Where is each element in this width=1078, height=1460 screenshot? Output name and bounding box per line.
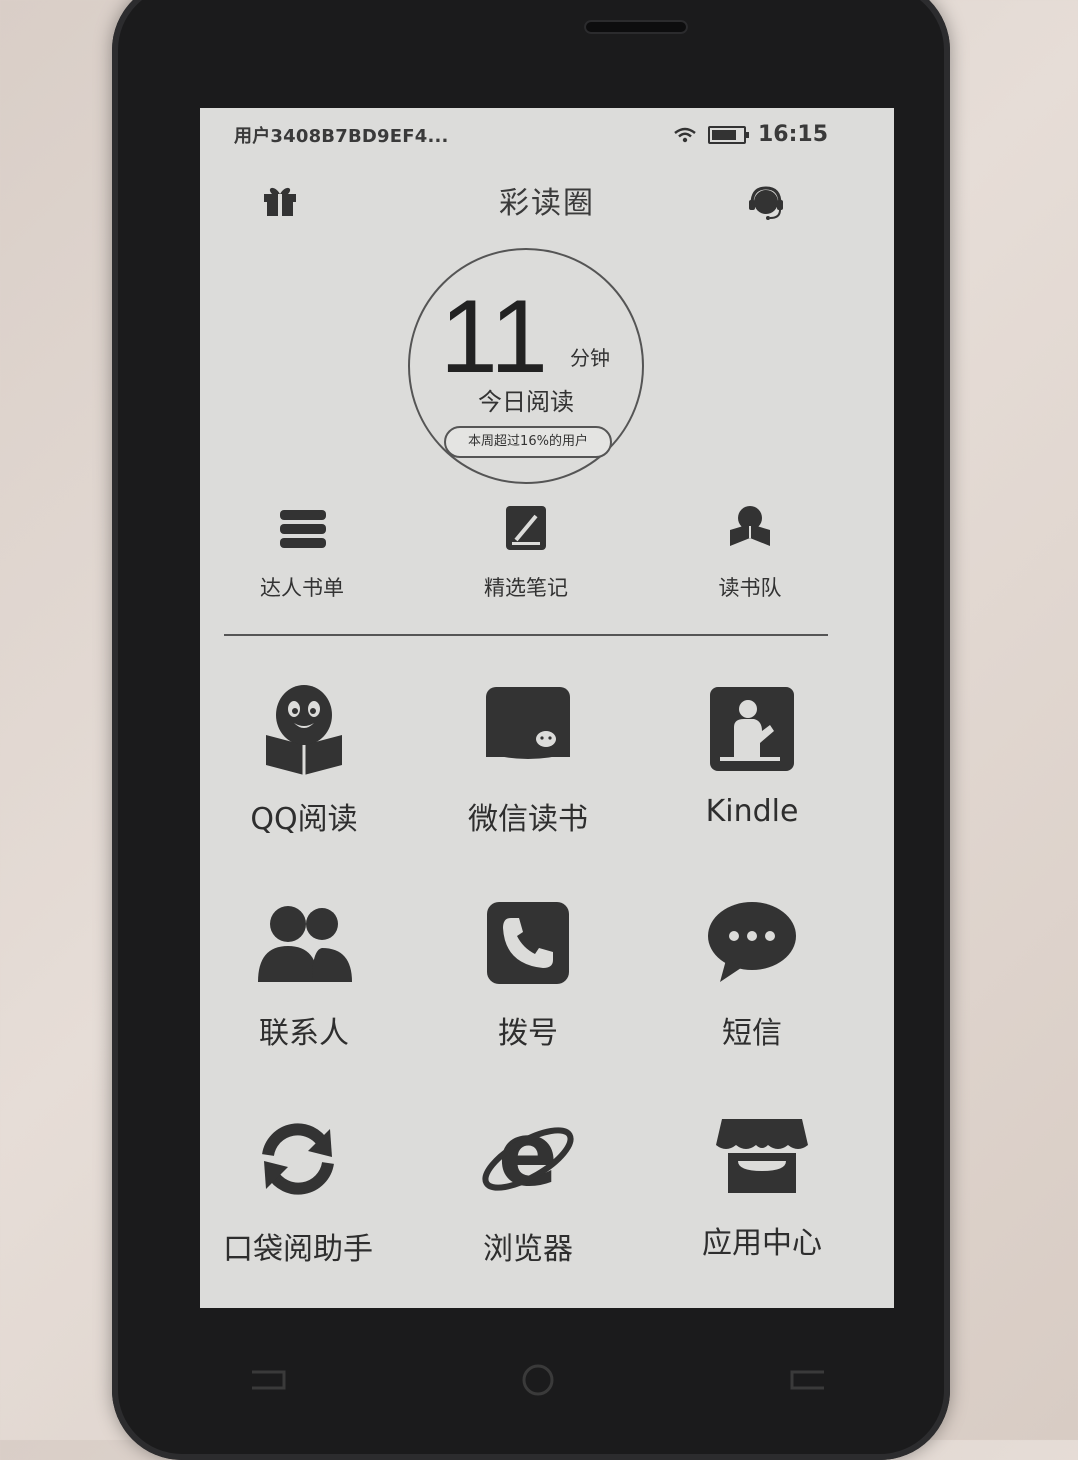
svg-text:e: e [498,1109,558,1206]
app-label: Kindle [705,794,799,829]
wifi-icon [674,127,696,142]
back-key-icon[interactable] [778,1360,838,1400]
app-label: 口袋阅助手 [223,1232,373,1267]
user-id-label: 用户3408B7BD9EF4... [234,126,449,147]
app-label: 短信 [722,1016,782,1051]
status-bar: 用户3408B7BD9EF4... 16:15 [200,108,894,160]
app-dialer[interactable]: 拨号 [438,888,618,1052]
app-label: 浏览器 [483,1232,573,1267]
wechat-read-icon [486,687,570,771]
app-pocket-reader-assistant[interactable]: 口袋阅助手 [208,1104,388,1268]
reading-minutes-value: 11 [440,279,548,395]
quick-link-selected-notes[interactable]: 精选笔记 [456,502,596,602]
status-time: 16:15 [757,122,828,147]
home-key-icon[interactable] [508,1360,568,1400]
kindle-icon [710,687,794,771]
app-label: 联系人 [259,1016,349,1051]
section-divider [224,634,828,636]
app-browser[interactable]: e 浏览器 [438,1104,618,1268]
eink-screen: 用户3408B7BD9EF4... 16:15 彩读圈 11 分钟 今日阅读 本… [200,108,894,1308]
app-kindle[interactable]: Kindle [662,674,842,829]
note-edit-icon [506,506,546,550]
app-label: QQ阅读 [250,802,358,837]
app-logo-title: 彩读圈 [499,186,595,221]
quick-link-label: 精选笔记 [484,576,568,600]
phone-icon [487,902,569,984]
app-label: 应用中心 [702,1226,822,1261]
headset-icon[interactable] [746,182,786,222]
app-label: 拨号 [498,1016,558,1051]
quick-link-label: 读书队 [718,576,782,600]
reading-minutes-unit: 分钟 [570,346,610,370]
contacts-icon [258,906,352,982]
app-label: 微信读书 [468,802,588,837]
earpiece [584,20,688,34]
app-store-icon [716,1119,808,1193]
browser-icon: e [482,1109,574,1206]
menu-key-icon[interactable] [238,1360,298,1400]
app-store[interactable]: 应用中心 [672,1098,852,1262]
quick-link-expert-booklist[interactable]: 达人书单 [232,502,372,602]
app-header: 彩读圈 [200,168,894,228]
weekly-rank-badge: 本周超过16%的用户 [444,426,612,458]
battery-icon [707,125,749,144]
hardware-nav-bar [0,1360,1078,1420]
qq-reading-icon [266,685,342,775]
app-wechat-read[interactable]: 微信读书 [438,674,618,838]
message-icon [708,902,796,982]
stacked-books-icon [280,510,326,548]
quick-link-label: 达人书单 [260,576,344,600]
app-contacts[interactable]: 联系人 [214,888,394,1052]
reading-person-icon [730,506,770,546]
quick-link-reading-team[interactable]: 读书队 [680,502,820,602]
today-reading-label: 今日阅读 [478,388,574,416]
app-messages[interactable]: 短信 [662,888,842,1052]
quick-links-row: 达人书单 精选笔记 读书队 [200,502,894,602]
app-qq-reading[interactable]: QQ阅读 [214,674,394,838]
sync-icon [262,1123,334,1195]
